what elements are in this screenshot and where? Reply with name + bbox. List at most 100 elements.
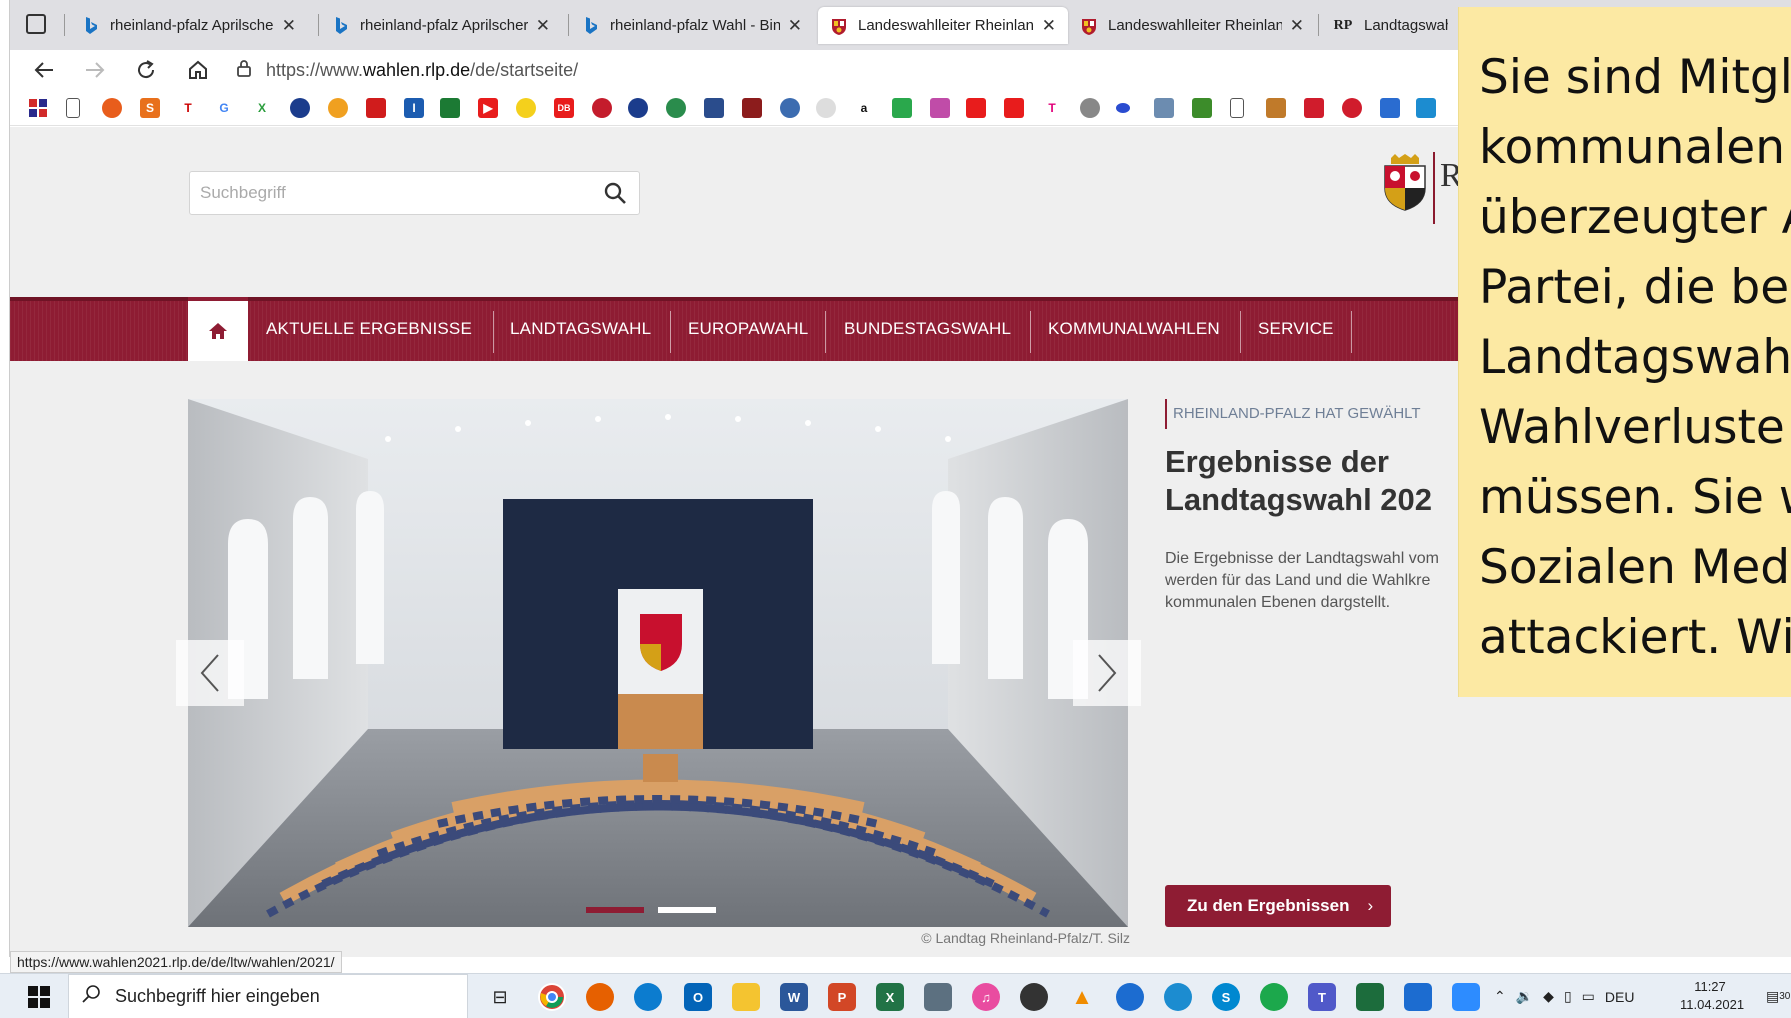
page-icon[interactable] <box>1230 98 1244 118</box>
dropbox-icon[interactable]: ◆ <box>1543 988 1554 1005</box>
amazon-icon[interactable]: a <box>854 98 874 118</box>
excel-icon[interactable]: X <box>876 983 904 1011</box>
word-icon[interactable]: W <box>780 983 808 1011</box>
tab-3[interactable]: rheinland-pfalz Wahl - Bing ✕ <box>570 7 814 44</box>
bookmark-icon[interactable] <box>816 98 836 118</box>
teams-icon[interactable]: T <box>1308 983 1336 1011</box>
firefox-icon[interactable] <box>586 983 614 1011</box>
nav-europawahl[interactable]: EUROPAWAHL <box>688 307 808 351</box>
bookmark-icon[interactable] <box>930 98 950 118</box>
bookmark-icon[interactable]: S <box>140 98 160 118</box>
slider-dot-active[interactable] <box>586 907 644 913</box>
article-headline[interactable]: Ergebnisse der Landtagswahl 202 <box>1165 443 1495 519</box>
calculator-icon[interactable] <box>924 983 952 1011</box>
bookmark-icon[interactable] <box>666 98 686 118</box>
nav-landtagswahl[interactable]: LANDTAGSWAHL <box>510 307 651 351</box>
search-button[interactable] <box>603 181 629 207</box>
search-input[interactable] <box>200 172 580 214</box>
forward-button[interactable] <box>81 56 109 84</box>
language-indicator[interactable]: DEU <box>1605 989 1635 1005</box>
bookmark-icon[interactable] <box>366 98 386 118</box>
powerpoint-icon[interactable]: P <box>828 983 856 1011</box>
bookmark-icon[interactable]: X <box>252 98 272 118</box>
bookmark-icon[interactable] <box>1154 98 1174 118</box>
taskbar-search-box[interactable]: Suchbegriff hier eingeben <box>68 974 468 1018</box>
telekom-icon[interactable]: T <box>1042 98 1062 118</box>
itunes-icon[interactable]: ♫ <box>972 983 1000 1011</box>
app-icon[interactable] <box>1356 983 1384 1011</box>
slider-prev-button[interactable] <box>176 640 244 706</box>
chevron-up-icon[interactable]: ⌃ <box>1494 988 1506 1005</box>
tab-1[interactable]: rheinland-pfalz Aprilscherze ✕ <box>70 7 308 44</box>
bookmark-icon[interactable] <box>1266 98 1286 118</box>
media-player-icon[interactable] <box>1020 983 1048 1011</box>
speaker-icon[interactable]: 🔉 <box>1516 988 1533 1005</box>
bookmark-icon[interactable] <box>1192 98 1212 118</box>
bookmark-icon[interactable] <box>1004 98 1024 118</box>
google-icon[interactable]: G <box>214 98 234 118</box>
app-icon[interactable] <box>1164 983 1192 1011</box>
file-explorer-icon[interactable] <box>732 983 760 1011</box>
tab-5[interactable]: Landeswahlleiter Rheinland ✕ <box>1068 7 1316 44</box>
chrome-icon[interactable] <box>538 983 566 1011</box>
nav-aktuelle-ergebnisse[interactable]: AKTUELLE ERGEBNISSE <box>266 307 472 351</box>
notification-center-button[interactable]: ▤ 30 <box>1766 974 1790 1018</box>
youtube-icon[interactable]: ▶ <box>478 98 498 118</box>
home-button[interactable] <box>184 56 212 84</box>
tab-4-active[interactable]: Landeswahlleiter Rheinland ✕ <box>818 7 1068 44</box>
bookmark-icon[interactable] <box>102 98 122 118</box>
usb-icon[interactable]: ▯ <box>1564 988 1572 1005</box>
tab-2[interactable]: rheinland-pfalz Aprilscherze ✕ <box>320 7 562 44</box>
vlc-icon[interactable]: ▲ <box>1068 983 1096 1011</box>
bookmark-icon[interactable] <box>780 98 800 118</box>
close-icon[interactable]: ✕ <box>282 16 296 36</box>
app-icon[interactable] <box>1260 983 1288 1011</box>
app-icon[interactable] <box>1404 983 1432 1011</box>
bookmark-icon[interactable] <box>516 98 536 118</box>
bookmark-icon[interactable] <box>440 98 460 118</box>
nav-service[interactable]: SERVICE <box>1258 307 1334 351</box>
bookmark-icon[interactable] <box>290 98 310 118</box>
bookmark-icon[interactable] <box>742 98 762 118</box>
skype-icon[interactable]: S <box>1212 983 1240 1011</box>
nav-kommunalwahlen[interactable]: KOMMUNALWAHLEN <box>1048 307 1220 351</box>
bookmark-icon[interactable] <box>966 98 986 118</box>
bookmark-icon[interactable] <box>1116 103 1130 113</box>
home-nav-button[interactable] <box>188 297 248 361</box>
zoom-icon[interactable] <box>1452 983 1480 1011</box>
bookmark-icon[interactable] <box>328 98 348 118</box>
close-icon[interactable]: ✕ <box>1042 16 1056 36</box>
bookmark-icon[interactable] <box>1304 98 1324 118</box>
bookmark-icon[interactable] <box>592 98 612 118</box>
apps-icon[interactable] <box>28 98 48 118</box>
app-icon[interactable] <box>1116 983 1144 1011</box>
reload-button[interactable] <box>132 56 160 84</box>
bookmark-icon[interactable] <box>1342 98 1362 118</box>
network-icon[interactable]: ▭ <box>1582 988 1595 1005</box>
bookmark-icon[interactable] <box>1380 98 1400 118</box>
bookmark-icon[interactable]: I <box>404 98 424 118</box>
windows-start-button[interactable] <box>28 986 50 1008</box>
page-icon[interactable] <box>66 98 80 118</box>
edge-icon[interactable] <box>634 983 662 1011</box>
close-icon[interactable]: ✕ <box>536 16 550 36</box>
back-button[interactable] <box>30 56 58 84</box>
slider-next-button[interactable] <box>1073 640 1141 706</box>
results-button[interactable]: Zu den Ergebnissen › <box>1165 885 1391 927</box>
task-view-icon[interactable]: ⊟ <box>486 983 514 1011</box>
bookmark-icon[interactable] <box>892 98 912 118</box>
bookmark-icon[interactable]: T <box>178 98 198 118</box>
tab-actions-icon[interactable] <box>26 14 46 34</box>
hero-slide-image[interactable] <box>188 399 1128 927</box>
nav-bundestagswahl[interactable]: BUNDESTAGSWAHL <box>844 307 1011 351</box>
tab-6[interactable]: RP Landtagswahl 20 <box>1320 7 1460 44</box>
system-clock[interactable]: 11:27 11.04.2021 <box>1680 978 1744 1014</box>
outlook-icon[interactable]: O <box>684 983 712 1011</box>
state-crest-logo[interactable] <box>1381 154 1429 212</box>
close-icon[interactable]: ✕ <box>788 16 802 36</box>
bookmark-icon[interactable] <box>628 98 648 118</box>
bookmark-icon[interactable] <box>1416 98 1436 118</box>
address-bar[interactable]: https://www. wahlen.rlp.de/de/startseite/ <box>236 54 1536 86</box>
bookmark-icon[interactable] <box>1080 98 1100 118</box>
slider-dot[interactable] <box>658 907 716 913</box>
